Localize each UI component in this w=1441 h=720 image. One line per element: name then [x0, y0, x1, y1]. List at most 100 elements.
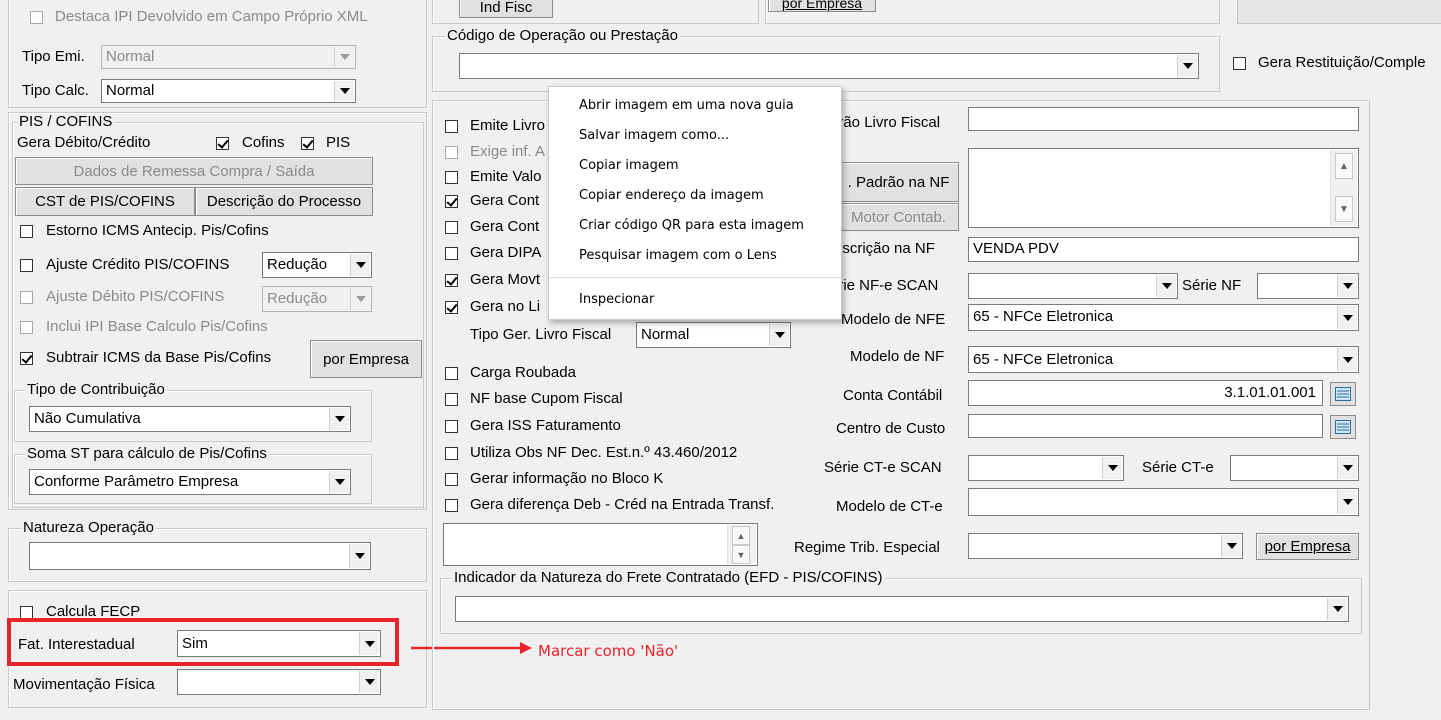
ajuste-debito-checkbox[interactable] [20, 291, 33, 304]
natureza-operacao-select[interactable] [29, 542, 371, 570]
chevron-up-icon[interactable]: ▲ [732, 526, 750, 545]
chevron-down-icon [359, 671, 379, 693]
tipo-emi-select[interactable]: Normal [101, 45, 356, 69]
pis-label: PIS [326, 134, 351, 151]
gera-restituicao-label: Gera Restituição/Comple [1258, 54, 1426, 71]
ajuste-credito-checkbox[interactable] [20, 259, 33, 272]
destaca-ipi-label: Destaca IPI Devolvido em Campo Próprio X… [55, 8, 368, 25]
estorno-checkbox[interactable] [20, 225, 33, 238]
movimentacao-fisica-select[interactable] [177, 669, 381, 695]
indicador-frete-select[interactable] [455, 596, 1349, 622]
emite-livro-checkbox[interactable] [445, 120, 458, 133]
tipo-calc-select[interactable]: Normal [101, 79, 356, 103]
memo-scrollbar[interactable]: ▲ ▼ [727, 525, 756, 564]
destaca-ipi-checkbox[interactable] [30, 11, 43, 24]
gerar-bloco-k-checkbox[interactable] [445, 473, 458, 486]
tipo-ger-livro-label: Tipo Ger. Livro Fiscal [470, 326, 612, 343]
gera-movt-checkbox[interactable] [445, 274, 458, 287]
padrao-nf-button[interactable]: . Padrão na NF [838, 162, 959, 202]
chevron-down-icon [1156, 275, 1176, 297]
utiliza-obs-checkbox[interactable] [445, 447, 458, 460]
estorno-label: Estorno ICMS Antecip. Pis/Cofins [46, 222, 269, 239]
descricao-nf-field[interactable]: VENDA PDV [968, 237, 1359, 262]
por-empresa-right-button[interactable]: por Empresa [1256, 533, 1359, 560]
gera-iss-checkbox[interactable] [445, 420, 458, 433]
serie-nf-select[interactable] [1257, 273, 1359, 299]
chevron-down-icon [1337, 490, 1357, 514]
ajuste-debito-select[interactable]: Redução [262, 286, 372, 312]
tipo-emi-label: Tipo Emi. [22, 48, 85, 65]
padrao-nf-text[interactable]: ▲ ▼ [968, 148, 1359, 228]
modelo-cte-select[interactable] [968, 488, 1359, 516]
modelo-nfe-select[interactable]: 65 - NFCe Eletronica [968, 304, 1359, 331]
tipo-contribuicao-legend: Tipo de Contribuição [25, 381, 167, 398]
chevron-down-icon [1337, 348, 1357, 371]
regime-trib-select[interactable] [968, 533, 1243, 559]
codigo-operacao-select[interactable] [459, 53, 1199, 79]
serie-nfe-scan-select[interactable] [968, 273, 1178, 299]
centro-custo-field[interactable] [968, 414, 1323, 438]
nf-base-cupom-label: NF base Cupom Fiscal [470, 390, 623, 407]
menu-item-copy-image-address[interactable]: Copiar endereço da imagem [579, 187, 764, 205]
menu-item-open-image-new-tab[interactable]: Abrir imagem em uma nova guia [579, 97, 794, 115]
descricao-processo-button[interactable]: Descrição do Processo [195, 187, 373, 216]
list-icon [1335, 420, 1351, 434]
natureza-operacao-legend: Natureza Operação [21, 519, 156, 536]
memo-field[interactable]: ▲ ▼ [443, 523, 758, 566]
modelo-nf-label: Modelo de NF [850, 348, 945, 365]
chevron-up-icon[interactable]: ▲ [1335, 153, 1353, 179]
serie-cte-label: Série CT-e [1142, 459, 1214, 476]
menu-item-inspect[interactable]: Inspecionar [579, 291, 654, 309]
soma-st-select[interactable]: Conforme Parâmetro Empresa [29, 469, 351, 495]
gera-debito-label: Gera Débito/Crédito [17, 134, 151, 151]
serie-cte-scan-select[interactable] [968, 455, 1124, 481]
inclui-ipi-checkbox[interactable] [20, 321, 33, 334]
conta-contabil-lookup-button[interactable] [1330, 382, 1356, 406]
por-empresa-left-button[interactable]: por Empresa [310, 340, 422, 378]
gera-dipa-checkbox[interactable] [445, 247, 458, 260]
soma-st-legend: Soma ST para cálculo de Pis/Cofins [25, 445, 269, 462]
centro-custo-lookup-button[interactable] [1330, 415, 1356, 439]
dados-remessa-button[interactable]: Dados de Remessa Compra / Saída [15, 157, 373, 185]
menu-item-save-image-as[interactable]: Salvar imagem como... [579, 127, 729, 145]
gera-diferenca-checkbox[interactable] [445, 499, 458, 512]
gera-movt-label: Gera Movt [470, 271, 541, 288]
menu-item-copy-image[interactable]: Copiar imagem [579, 157, 679, 175]
exige-inf-checkbox[interactable] [445, 146, 458, 159]
emite-valo-checkbox[interactable] [445, 171, 458, 184]
chevron-down-icon [1177, 55, 1197, 77]
ajuste-credito-select[interactable]: Redução [262, 252, 372, 278]
subtrair-icms-checkbox[interactable] [20, 352, 33, 365]
padrao-nf-scrollbar[interactable]: ▲ ▼ [1330, 150, 1357, 226]
nf-base-cupom-checkbox[interactable] [445, 393, 458, 406]
chevron-down-icon [329, 408, 349, 430]
padrao-livro-field[interactable] [968, 107, 1359, 131]
gera-cont-1-label: Gera Cont [470, 192, 540, 209]
emite-livro-label: Emite Livro [470, 117, 546, 134]
carga-roubada-checkbox[interactable] [445, 367, 458, 380]
motor-contab-button[interactable]: Motor Contab. [838, 203, 959, 231]
gera-restituicao-checkbox[interactable] [1233, 57, 1246, 70]
movimentacao-fisica-label: Movimentação Física [13, 676, 155, 693]
menu-item-create-qr-code[interactable]: Criar código QR para esta imagem [579, 217, 804, 235]
chevron-down-icon[interactable]: ▼ [1335, 196, 1353, 222]
modelo-nf-select[interactable]: 65 - NFCe Eletronica [968, 346, 1359, 373]
ind-fisc-button[interactable]: Ind Fisc [459, 0, 553, 18]
highlight-box [7, 618, 399, 666]
gera-no-li-checkbox[interactable] [445, 301, 458, 314]
inclui-ipi-label: Inclui IPI Base Calculo Pis/Cofins [46, 318, 268, 335]
conta-contabil-field[interactable]: 3.1.01.01.001 [968, 380, 1323, 406]
tipo-ger-livro-select[interactable]: Normal [636, 322, 791, 348]
serie-cte-scan-label: Série CT-e SCAN [824, 459, 942, 476]
cst-pis-cofins-button[interactable]: CST de PIS/COFINS [15, 187, 195, 216]
menu-item-search-with-lens[interactable]: Pesquisar imagem com o Lens [579, 247, 777, 265]
serie-cte-select[interactable] [1230, 455, 1359, 481]
tipo-contribuicao-select[interactable]: Não Cumulativa [29, 406, 351, 432]
gera-cont-1-checkbox[interactable] [445, 195, 458, 208]
cofins-checkbox[interactable] [216, 137, 229, 150]
cofins-label: Cofins [242, 134, 285, 151]
chevron-down-icon[interactable]: ▼ [732, 545, 750, 564]
gera-cont-2-checkbox[interactable] [445, 221, 458, 234]
por-empresa-top-button[interactable]: por Empresa [768, 0, 876, 12]
pis-checkbox[interactable] [301, 137, 314, 150]
